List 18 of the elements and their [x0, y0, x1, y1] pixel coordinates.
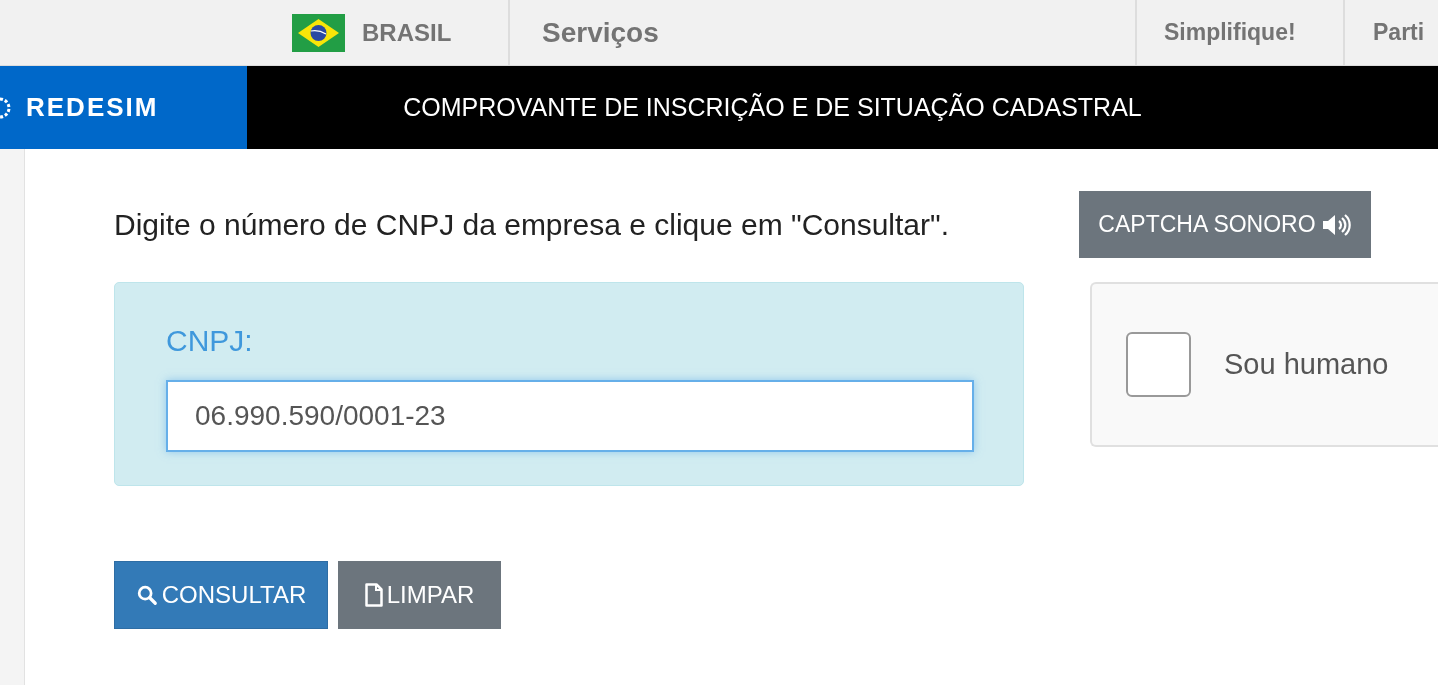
nav-link[interactable]: Serviços [542, 11, 659, 54]
nav-link[interactable]: Parti [1373, 15, 1425, 50]
nav-link[interactable]: Simplifique! [1164, 15, 1296, 50]
country-label: BRASIL [362, 17, 452, 48]
cnpj-label: CNPJ: [166, 323, 254, 359]
search-icon [135, 584, 158, 606]
instruction-text: Digite o número de CNPJ da empresa e clique em "Consultar". [114, 207, 951, 243]
captcha-label: Sou humano [1224, 346, 1389, 382]
brazil-flag-icon [292, 13, 345, 52]
page-title: COMPROVANTE DE INSCRIÇÃO E DE SITUAÇÃO CADASTRAL [403, 91, 1142, 123]
logo-text: REDESIM [26, 91, 159, 124]
clear-button[interactable]: LIMPAR [338, 561, 501, 629]
cnpj-input[interactable]: 06.990.590/0001-23 [166, 380, 974, 452]
file-icon [364, 583, 383, 607]
audio-captcha-button[interactable]: CAPTCHA SONORO [1079, 191, 1371, 258]
search-button[interactable]: CONSULTAR [114, 561, 328, 629]
speaker-icon [1321, 213, 1352, 236]
captcha-checkbox[interactable] [1126, 332, 1191, 397]
